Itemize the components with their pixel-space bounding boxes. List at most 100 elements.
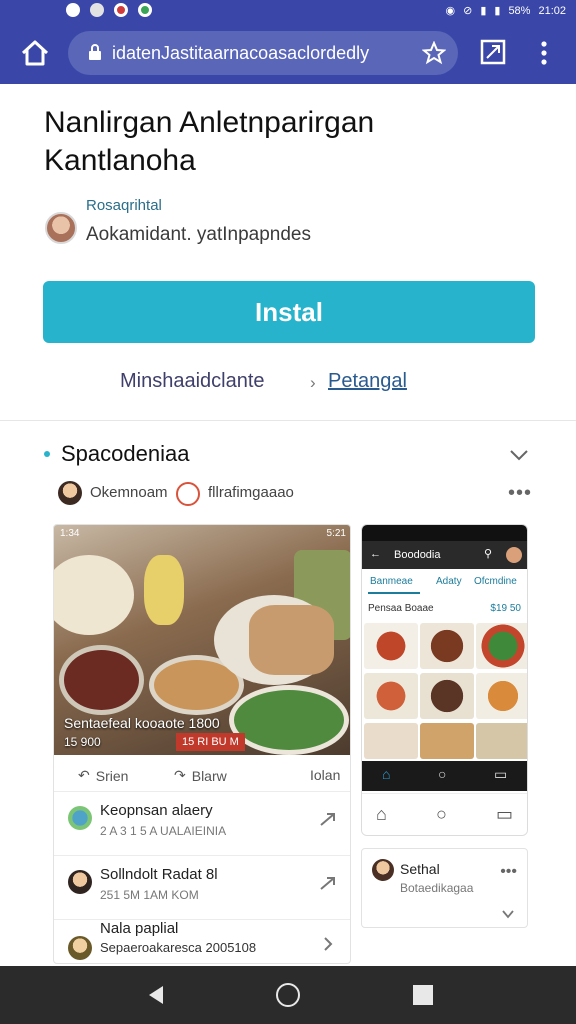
author-avatar	[58, 481, 82, 505]
notification-icon	[66, 3, 80, 17]
expand-arrow-icon[interactable]	[508, 444, 530, 466]
home-icon[interactable]	[18, 37, 52, 69]
overflow-menu-icon[interactable]	[534, 39, 554, 67]
system-icons: ◉ ⊘ ▮ ▮ 58% 21:02	[445, 4, 566, 18]
plate-salad	[229, 685, 349, 755]
phone-food-grid	[362, 621, 527, 761]
flatbread	[249, 605, 334, 675]
photo-tag: 15 RI BU M	[176, 733, 245, 751]
search-icon: ⚲	[484, 548, 493, 560]
share-label: Srien	[95, 767, 129, 784]
more-options-icon[interactable]: •••	[508, 482, 532, 505]
phone-tabs: Banmeae Adaty Ofcmdine	[362, 569, 527, 595]
section-title: Spacodeniaa	[61, 441, 190, 466]
tab-indicator	[368, 592, 420, 594]
more-action[interactable]: Iolan	[310, 767, 340, 783]
browser-toolbar: idatenJastitaarnacoasaclordedly	[0, 22, 576, 84]
recents-icon[interactable]	[413, 985, 433, 1005]
phone-app-title: Boododia	[394, 549, 441, 561]
photo-price: 15 900	[64, 735, 101, 749]
developer-name[interactable]: Rosaqrihtal	[86, 197, 162, 214]
food-photo: 1:34 5:21 Sentaefeal kooaote 1800 15 900…	[54, 525, 350, 755]
phone-subheader: Pensaa Boaae	[368, 603, 434, 614]
photo-status-time: 1:34	[60, 528, 80, 539]
category-icon	[176, 482, 200, 506]
food-tile	[364, 623, 418, 669]
screenshot-card-food[interactable]: 1:34 5:21 Sentaefeal kooaote 1800 15 900…	[53, 524, 351, 964]
tab-2: Adaty	[436, 576, 462, 587]
category-name[interactable]: fllrafimgaaao	[208, 484, 294, 501]
photo-caption: Sentaefeal kooaote 1800	[64, 715, 220, 731]
more-label: Iolan	[310, 767, 341, 783]
system-nav-bar	[0, 966, 576, 1024]
food-tile	[364, 723, 418, 759]
row-avatar	[68, 936, 92, 960]
phone-bottom-bar: ⌂ ○ ▭	[362, 761, 527, 791]
list-item[interactable]: Keopnsan alaery 2 A 3 1 5 A UALAIEINIA	[54, 791, 350, 855]
food-tile	[420, 623, 474, 669]
battery-percent: 58%	[508, 4, 531, 17]
food-tile	[420, 723, 474, 759]
photo-status-bar: 1:34 5:21	[54, 525, 350, 543]
signal-icon: ▮	[480, 5, 487, 17]
profile-card[interactable]: Sethal Botaedikagaa •••	[361, 848, 528, 928]
app-notification-icon	[114, 3, 128, 17]
url-text[interactable]: idatenJastitaarnacoasaclordedly	[112, 43, 412, 64]
bookmark-star-icon[interactable]	[422, 41, 446, 65]
food-tile	[420, 673, 474, 719]
lock-icon	[89, 44, 101, 60]
app-title: Nanlirgan Anletnparirgan Kantlanoha	[44, 106, 375, 177]
phone-status-bar	[362, 525, 527, 541]
arrow-icon[interactable]	[318, 810, 338, 830]
phone-app-bar: ← Boododia ⚲	[362, 541, 527, 569]
banana	[144, 555, 184, 625]
row-meta: 251 5M 1AM KOM	[100, 888, 199, 902]
save-label: Blarw	[191, 767, 227, 784]
food-tile	[476, 623, 527, 669]
avatar	[506, 547, 522, 563]
photo-status-right: 5:21	[326, 528, 346, 539]
home-circle-icon[interactable]	[276, 983, 300, 1007]
tab-switcher-icon[interactable]	[480, 39, 506, 65]
chevron-right-icon[interactable]	[318, 934, 338, 954]
row-title: Keopnsan alaery	[100, 802, 213, 819]
more-options-icon[interactable]: •••	[500, 863, 517, 881]
author-name[interactable]: Okemnoam	[90, 484, 168, 501]
row-avatar	[68, 806, 92, 830]
bookmark-outline-icon: ▭	[496, 804, 514, 824]
row-avatar	[68, 870, 92, 894]
address-bar[interactable]: idatenJastitaarnacoasaclordedly	[68, 31, 458, 75]
card-actions: ↶ Srien ↷ Blarw Iolan	[54, 761, 350, 791]
chevron-right-icon: ›	[310, 373, 316, 392]
chevron-down-icon[interactable]	[501, 907, 515, 921]
home-icon: ⌂	[382, 766, 391, 782]
list-item[interactable]: Sollndolt Radat 8l 251 5M 1AM KOM	[54, 855, 350, 919]
food-tile	[476, 673, 527, 719]
phone-nav-bar: ⌂ ○ ▭	[362, 793, 527, 835]
arrow-icon[interactable]	[318, 874, 338, 894]
notification-icons	[66, 3, 152, 17]
save-action[interactable]: ↷ Blarw	[174, 767, 227, 784]
chat-icon: ○	[438, 766, 447, 782]
tab-1: Banmeae	[370, 576, 413, 587]
list-item[interactable]: Nala paplial Sepaeroakaresca 2005108	[54, 919, 350, 963]
more-info-link[interactable]: Minshaaidclante	[120, 370, 265, 393]
install-button[interactable]: Instal	[43, 281, 535, 343]
back-arrow-icon: ←	[370, 548, 381, 560]
status-bar: ◉ ⊘ ▮ ▮ 58% 21:02	[0, 0, 576, 22]
related-link[interactable]: Petangal	[328, 370, 407, 393]
plate-bread	[54, 555, 134, 635]
developer-avatar	[45, 212, 77, 244]
profile-card-subtitle: Botaedikagaa	[400, 881, 474, 895]
forward-icon: ↷	[174, 767, 186, 783]
developer-description: Aokamidant. yatInpapndes	[86, 224, 311, 245]
row-meta: 2 A 3 1 5 A UALAIEINIA	[100, 824, 227, 838]
home-outline-icon: ⌂	[376, 804, 387, 824]
chat-icon	[138, 3, 152, 17]
section-bullet	[44, 451, 50, 457]
back-icon[interactable]	[146, 984, 166, 1006]
share-action[interactable]: ↶ Srien	[78, 767, 128, 784]
screenshot-card-phone[interactable]: ← Boododia ⚲ Banmeae Adaty Ofcmdine Pens…	[361, 524, 528, 836]
row-title: Nala paplial	[100, 920, 179, 937]
phone-subheader-price: $19 50	[490, 603, 521, 614]
